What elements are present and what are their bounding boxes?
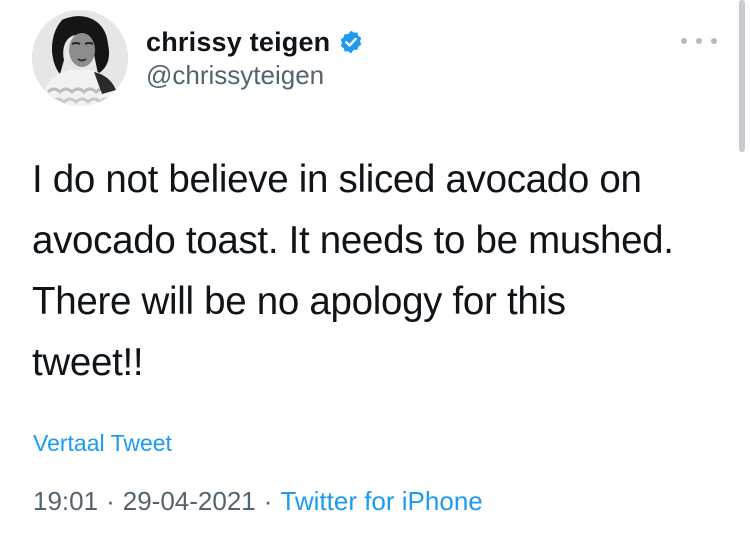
tweet-source-link[interactable]: Twitter for iPhone: [280, 486, 482, 517]
translate-tweet-link[interactable]: Vertaal Tweet: [33, 430, 172, 457]
more-dot: [681, 38, 687, 44]
verified-badge-icon: [338, 29, 364, 55]
tweet-card: chrissy teigen @chrissyteigen I do not b…: [0, 0, 750, 537]
author-name-row[interactable]: chrissy teigen: [146, 24, 364, 60]
tweet-metadata: 19:01 · 29-04-2021 · Twitter for iPhone: [33, 486, 483, 517]
more-horizontal-icon[interactable]: [681, 28, 717, 54]
meta-separator: ·: [106, 486, 115, 516]
tweet-text: I do not believe in sliced avocado on av…: [32, 158, 674, 384]
scrollbar[interactable]: [739, 0, 745, 152]
tweet-time[interactable]: 19:01: [33, 486, 98, 517]
author-handle[interactable]: @chrissyteigen: [146, 60, 324, 91]
author-display-name[interactable]: chrissy teigen: [146, 27, 330, 58]
avatar[interactable]: [32, 10, 128, 106]
more-dot: [711, 38, 717, 44]
tweet-date[interactable]: 29-04-2021: [123, 486, 256, 517]
more-dot: [696, 38, 702, 44]
avatar-image: [32, 10, 128, 106]
meta-separator: ·: [263, 486, 273, 516]
